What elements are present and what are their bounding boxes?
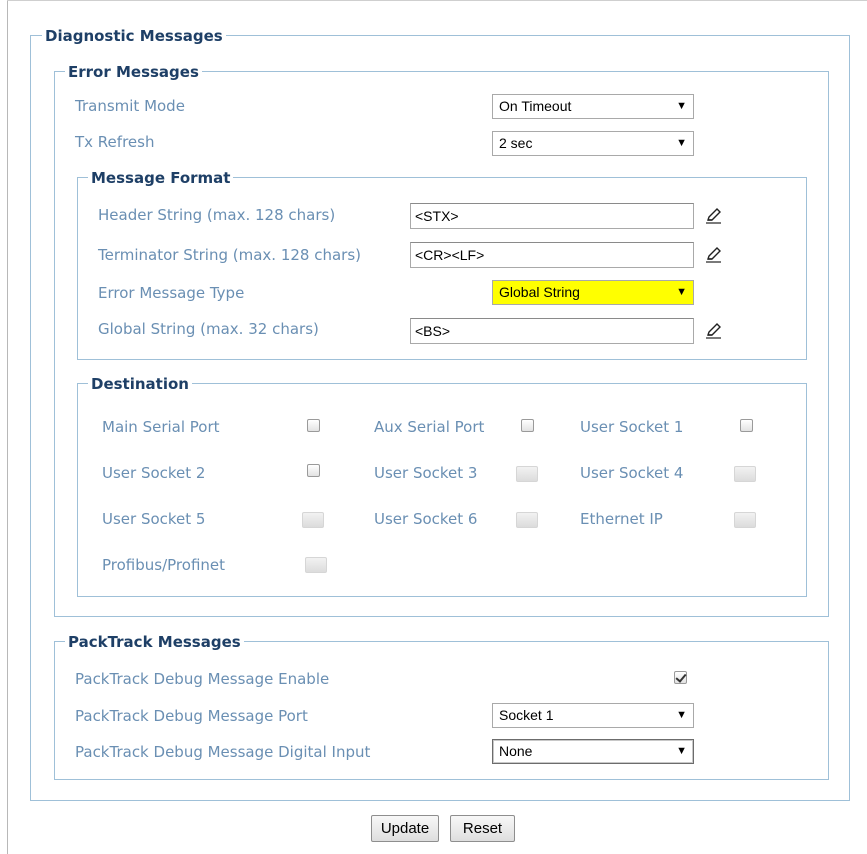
pencil-icon[interactable] [705, 206, 723, 224]
destination-label-ethernet-ip: Ethernet IP [580, 510, 663, 528]
destination-checkbox-profibus-profinet [305, 557, 327, 573]
packtrack-debug-input-select[interactable]: None ▼ [492, 739, 694, 764]
diagnostic-messages-title: Diagnostic Messages [42, 27, 226, 45]
destination-label-user-socket-5: User Socket 5 [102, 510, 206, 528]
destination-label-user-socket-6: User Socket 6 [374, 510, 478, 528]
page-top-border [7, 0, 867, 1]
transmit-mode-select[interactable]: On Timeout ▼ [492, 94, 694, 119]
packtrack-debug-input-label: PackTrack Debug Message Digital Input [75, 743, 371, 761]
terminator-string-label: Terminator String (max. 128 chars) [98, 246, 361, 264]
packtrack-debug-port-value: Socket 1 [499, 707, 554, 723]
destination-label-user-socket-2: User Socket 2 [102, 464, 206, 482]
dropdown-arrow-icon: ▼ [676, 709, 687, 721]
tx-refresh-select[interactable]: 2 sec ▼ [492, 131, 694, 156]
destination-checkbox-user-socket-4 [734, 466, 756, 482]
packtrack-debug-input-value: None [499, 743, 533, 759]
destination-checkbox-ethernet-ip [734, 512, 756, 528]
header-string-label: Header String (max. 128 chars) [98, 206, 336, 224]
update-button[interactable]: Update [371, 815, 439, 842]
destination-title: Destination [88, 375, 192, 393]
dropdown-arrow-icon: ▼ [676, 286, 687, 298]
destination-checkbox-user-socket-6 [516, 512, 538, 528]
destination-checkbox-user-socket-1[interactable] [740, 419, 753, 432]
destination-checkbox-user-socket-2[interactable] [307, 464, 320, 477]
pencil-icon[interactable] [705, 245, 723, 263]
message-format-title: Message Format [88, 169, 234, 187]
destination-checkbox-aux-serial-port[interactable] [521, 419, 534, 432]
error-message-type-select[interactable]: Global String ▼ [492, 280, 694, 305]
page-left-border [7, 0, 8, 854]
transmit-mode-label: Transmit Mode [75, 97, 185, 115]
tx-refresh-value: 2 sec [499, 135, 533, 151]
packtrack-debug-enable-label: PackTrack Debug Message Enable [75, 670, 330, 688]
error-message-type-label: Error Message Type [98, 284, 245, 302]
global-string-label: Global String (max. 32 chars) [98, 320, 319, 338]
destination-label-profibus-profinet: Profibus/Profinet [102, 556, 226, 574]
destination-label-user-socket-3: User Socket 3 [374, 464, 478, 482]
global-string-field[interactable]: <BS> [410, 318, 694, 344]
destination-label-user-socket-1: User Socket 1 [580, 418, 684, 436]
transmit-mode-value: On Timeout [499, 98, 572, 114]
error-message-type-value: Global String [499, 284, 580, 300]
packtrack-debug-port-label: PackTrack Debug Message Port [75, 707, 308, 725]
destination-label-user-socket-4: User Socket 4 [580, 464, 684, 482]
destination-checkbox-user-socket-5 [302, 512, 324, 528]
dropdown-arrow-icon: ▼ [676, 100, 687, 112]
terminator-string-field[interactable]: <CR><LF> [410, 242, 694, 268]
tx-refresh-label: Tx Refresh [75, 133, 155, 151]
dropdown-arrow-icon: ▼ [676, 745, 687, 757]
packtrack-messages-title: PackTrack Messages [65, 633, 244, 651]
destination-checkbox-main-serial-port[interactable] [307, 419, 320, 432]
dropdown-arrow-icon: ▼ [676, 137, 687, 149]
pencil-icon[interactable] [705, 321, 723, 339]
packtrack-debug-port-select[interactable]: Socket 1 ▼ [492, 703, 694, 728]
reset-button[interactable]: Reset [450, 815, 515, 842]
destination-label-aux-serial-port: Aux Serial Port [374, 418, 485, 436]
header-string-field[interactable]: <STX> [410, 203, 694, 229]
error-messages-title: Error Messages [65, 63, 202, 81]
packtrack-debug-enable-checkbox[interactable] [674, 671, 687, 684]
destination-label-main-serial-port: Main Serial Port [102, 418, 220, 436]
destination-checkbox-user-socket-3 [516, 466, 538, 482]
